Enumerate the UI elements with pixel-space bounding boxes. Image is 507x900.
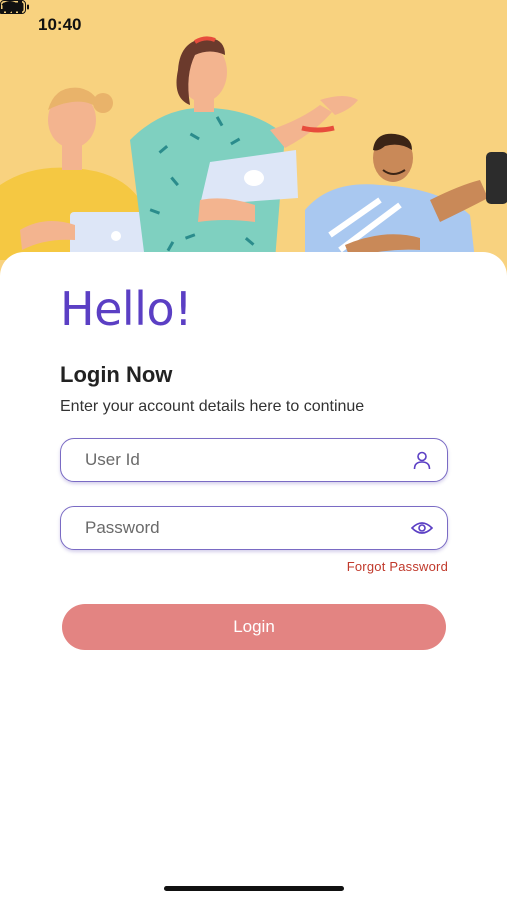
greeting-title: Hello! [60,282,193,336]
hero-illustration: 10:40 [0,0,507,280]
home-indicator[interactable] [164,886,344,891]
eye-icon[interactable] [411,517,433,539]
user-icon [411,449,433,471]
login-button[interactable]: Login [62,604,446,650]
user-id-input[interactable] [85,450,411,470]
password-field[interactable] [60,506,448,550]
login-heading: Login Now [60,362,173,387]
login-subtitle: Enter your account details here to conti… [60,398,365,415]
battery-icon [0,0,29,14]
forgot-password-link[interactable]: Forgot Password [347,559,448,574]
login-card [0,252,507,900]
user-id-field[interactable] [60,438,448,482]
status-time: 10:40 [38,15,82,34]
password-input[interactable] [85,518,411,538]
status-bar: 10:40 [0,0,507,50]
